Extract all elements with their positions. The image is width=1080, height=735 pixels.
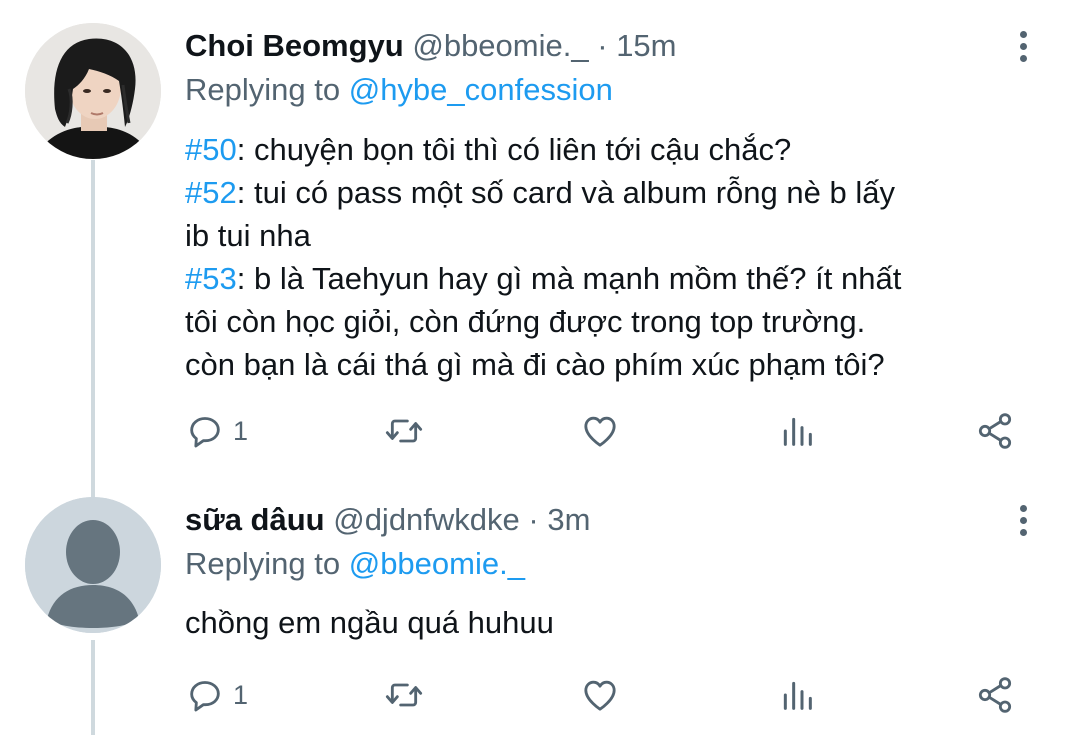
share-button[interactable] bbox=[975, 675, 1015, 715]
tweet-line-text: : b là Taehyun hay gì mà mạnh mồm thế? í… bbox=[236, 261, 902, 296]
retweet-button[interactable] bbox=[383, 675, 425, 715]
analytics-icon bbox=[783, 417, 812, 446]
analytics-button[interactable] bbox=[777, 411, 817, 451]
tweet-line-text: tôi còn học giỏi, còn đứng được trong to… bbox=[185, 304, 866, 339]
replying-prefix: Replying to bbox=[185, 72, 341, 107]
tweet-line-text: : chuyện bọn tôi thì có liên tới cậu chắ… bbox=[236, 132, 792, 167]
hashtag-link[interactable]: #52 bbox=[185, 175, 237, 210]
tweet-line-text: ib tui nha bbox=[185, 218, 311, 253]
tweet-actions: 1 bbox=[185, 675, 1025, 715]
reply-target-link[interactable]: @bbeomie._ bbox=[349, 546, 525, 581]
tweet-header: Choi Beomgyu @bbeomie._ · 15m bbox=[185, 28, 677, 64]
tweet-line: chồng em ngầu quá huhuu bbox=[185, 601, 554, 644]
replying-to: Replying to @bbeomie._ bbox=[185, 546, 525, 582]
tweet-line: còn bạn là cái thá gì mà đi cào phím xúc… bbox=[185, 343, 901, 386]
reply-button[interactable]: 1 bbox=[185, 675, 248, 715]
more-vertical-icon[interactable] bbox=[1016, 31, 1030, 62]
analytics-icon bbox=[783, 681, 812, 710]
replying-to: Replying to @hybe_confession bbox=[185, 72, 613, 108]
share-icon bbox=[978, 677, 1012, 713]
share-icon bbox=[978, 413, 1012, 449]
reply-target-link[interactable]: @hybe_confession bbox=[349, 72, 613, 107]
reply-icon bbox=[190, 417, 220, 448]
analytics-button[interactable] bbox=[777, 675, 817, 715]
share-button[interactable] bbox=[975, 411, 1015, 451]
separator: · bbox=[597, 28, 608, 63]
avatar[interactable] bbox=[25, 497, 161, 633]
heart-icon bbox=[584, 680, 616, 711]
retweet-icon bbox=[385, 419, 423, 443]
retweet-icon bbox=[385, 683, 423, 707]
tweet-actions: 1 bbox=[185, 411, 1025, 451]
like-button[interactable] bbox=[580, 411, 620, 451]
hashtag-link[interactable]: #53 bbox=[185, 261, 237, 296]
avatar[interactable] bbox=[25, 23, 161, 159]
like-button[interactable] bbox=[580, 675, 620, 715]
reply-icon bbox=[190, 681, 220, 712]
thread-line bbox=[91, 160, 95, 500]
replying-prefix: Replying to bbox=[185, 546, 341, 581]
tweet-header: sữa dâuu @djdnfwkdke · 3m bbox=[185, 502, 590, 538]
heart-icon bbox=[584, 416, 616, 447]
tweet-text: chồng em ngầu quá huhuu bbox=[185, 601, 554, 644]
author-name[interactable]: Choi Beomgyu bbox=[185, 28, 404, 63]
more-vertical-icon[interactable] bbox=[1016, 505, 1030, 536]
tweet-line-text: : tui có pass một số card và album rỗng … bbox=[236, 175, 895, 210]
author-handle[interactable]: @bbeomie._ bbox=[412, 28, 588, 63]
hashtag-link[interactable]: #50 bbox=[185, 132, 237, 167]
author-name[interactable]: sữa dâuu bbox=[185, 502, 325, 537]
author-handle[interactable]: @djdnfwkdke bbox=[333, 502, 520, 537]
reply-count: 1 bbox=[233, 415, 249, 446]
tweet-line: #52: tui có pass một số card và album rỗ… bbox=[185, 171, 901, 214]
thread-line bbox=[91, 640, 95, 735]
timestamp[interactable]: 15m bbox=[616, 28, 676, 63]
tweet-line-text: còn bạn là cái thá gì mà đi cào phím xúc… bbox=[185, 347, 885, 382]
tweet-line: #50: chuyện bọn tôi thì có liên tới cậu … bbox=[185, 128, 901, 171]
separator: · bbox=[528, 502, 539, 537]
tweet-line: #53: b là Taehyun hay gì mà mạnh mồm thế… bbox=[185, 257, 901, 300]
reply-button[interactable]: 1 bbox=[185, 411, 248, 451]
reply-count: 1 bbox=[233, 679, 249, 710]
tweet-line: tôi còn học giỏi, còn đứng được trong to… bbox=[185, 300, 901, 343]
timestamp[interactable]: 3m bbox=[547, 502, 590, 537]
retweet-button[interactable] bbox=[383, 411, 425, 451]
tweet-text: #50: chuyện bọn tôi thì có liên tới cậu … bbox=[185, 128, 901, 386]
tweet-line-text: chồng em ngầu quá huhuu bbox=[185, 605, 554, 640]
tweet-line: ib tui nha bbox=[185, 214, 901, 257]
